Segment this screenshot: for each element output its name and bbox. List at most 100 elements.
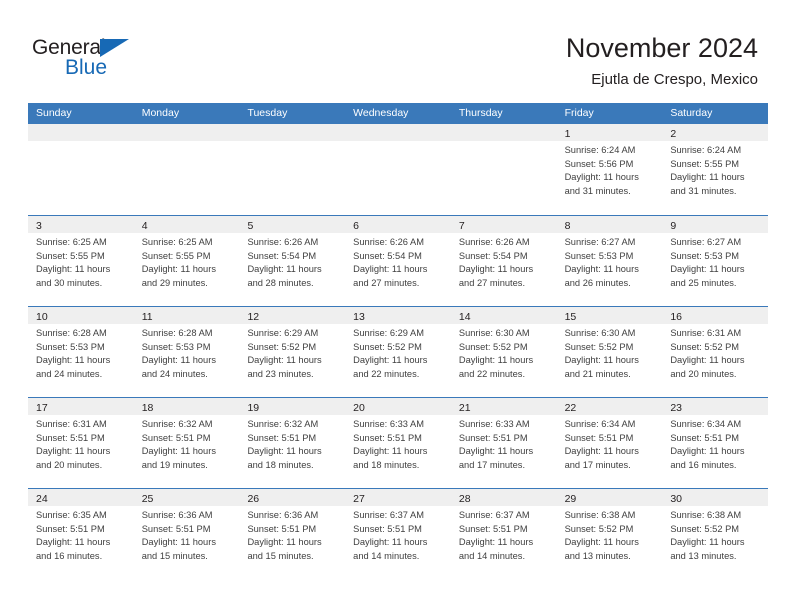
day-number: 15 [564, 311, 577, 323]
sunrise-text: Sunrise: 6:29 AM [247, 328, 319, 338]
day-details: Sunrise: 6:30 AM Sunset: 5:52 PM Daylight:… [451, 324, 557, 382]
day-details: Sunrise: 6:34 AM Sunset: 5:51 PM Daylight:… [557, 415, 663, 473]
day-details: Sunrise: 6:33 AM Sunset: 5:51 PM Daylight:… [345, 415, 451, 473]
daylight-text-line2: and 16 minutes. [670, 460, 737, 471]
calendar-day-cell[interactable]: 25 Sunrise: 6:36 AM Sunset: 5:51 PM Dayligh… [133, 489, 240, 579]
day-number: 22 [564, 402, 577, 414]
day-number: 5 [247, 220, 254, 232]
sunrise-text: Sunrise: 6:26 AM [458, 237, 530, 247]
calendar-day-cell[interactable]: 16 Sunrise: 6:31 AM Sunset: 5:52 PM Dayligh… [662, 307, 769, 397]
sunset-text: Sunset: 5:51 PM [247, 523, 317, 534]
calendar-day-cell[interactable]: 29 Sunrise: 6:38 AM Sunset: 5:52 PM Dayligh… [556, 489, 663, 579]
sunset-text: Sunset: 5:51 PM [353, 523, 422, 534]
day-details: Sunrise: 6:30 AM Sunset: 5:52 PM Daylight:… [557, 324, 663, 382]
calendar-day-cell[interactable]: 7 Sunrise: 6:26 AM Sunset: 5:54 PM Daylight… [450, 216, 557, 306]
general-blue-logo[interactable]: General Blue [32, 36, 162, 84]
daylight-text-line1: Daylight: 11 hours [353, 446, 428, 457]
calendar-day-cell[interactable]: 21 Sunrise: 6:33 AM Sunset: 5:51 PM Dayligh… [450, 398, 557, 488]
calendar-day-cell[interactable]: 30 Sunrise: 6:38 AM Sunset: 5:52 PM Dayligh… [662, 489, 769, 579]
daylight-text-line2: and 18 minutes. [353, 460, 420, 471]
sunrise-text: Sunrise: 6:32 AM [141, 419, 213, 429]
day-number-band [28, 124, 134, 141]
calendar-day-cell[interactable]: 2 Sunrise: 6:24 AM Sunset: 5:55 PM Daylight… [662, 124, 769, 215]
day-details: Sunrise: 6:32 AM Sunset: 5:51 PM Daylight:… [134, 415, 240, 473]
calendar-day-cell[interactable]: 26 Sunrise: 6:36 AM Sunset: 5:51 PM Dayligh… [239, 489, 346, 579]
calendar-day-cell[interactable]: 18 Sunrise: 6:32 AM Sunset: 5:51 PM Dayligh… [133, 398, 240, 488]
sunset-text: Sunset: 5:55 PM [36, 250, 105, 261]
daylight-text-line1: Daylight: 11 hours [458, 355, 534, 366]
sunrise-text: Sunrise: 6:38 AM [564, 510, 636, 520]
day-number: 12 [247, 311, 260, 323]
day-details: Sunrise: 6:24 AM Sunset: 5:55 PM Daylight:… [662, 141, 768, 199]
day-details [239, 141, 345, 144]
day-number-band: 25 [133, 489, 240, 506]
daylight-text-line2: and 17 minutes. [564, 460, 631, 471]
calendar-day-cell-empty [450, 124, 557, 215]
day-details: Sunrise: 6:29 AM Sunset: 5:52 PM Daylight:… [345, 324, 451, 382]
calendar-day-cell[interactable]: 3 Sunrise: 6:25 AM Sunset: 5:55 PM Daylight… [28, 216, 134, 306]
daylight-text-line1: Daylight: 11 hours [564, 355, 639, 366]
daylight-text-line1: Daylight: 11 hours [458, 264, 534, 275]
calendar-day-cell[interactable]: 13 Sunrise: 6:29 AM Sunset: 5:52 PM Dayligh… [345, 307, 451, 397]
calendar-day-cell[interactable]: 17 Sunrise: 6:31 AM Sunset: 5:51 PM Dayligh… [28, 398, 134, 488]
daylight-text-line1: Daylight: 11 hours [670, 446, 745, 457]
daylight-text-line2: and 20 minutes. [36, 460, 103, 471]
calendar-day-cell[interactable]: 23 Sunrise: 6:34 AM Sunset: 5:51 PM Dayligh… [662, 398, 769, 488]
daylight-text-line1: Daylight: 11 hours [564, 264, 639, 275]
calendar-day-cell[interactable]: 11 Sunrise: 6:28 AM Sunset: 5:53 PM Dayligh… [133, 307, 240, 397]
daylight-text-line2: and 15 minutes. [247, 551, 314, 562]
calendar-day-cell[interactable]: 28 Sunrise: 6:37 AM Sunset: 5:51 PM Dayligh… [450, 489, 557, 579]
calendar-day-cell[interactable]: 8 Sunrise: 6:27 AM Sunset: 5:53 PM Daylight… [556, 216, 663, 306]
calendar-day-cell[interactable]: 15 Sunrise: 6:30 AM Sunset: 5:52 PM Dayligh… [556, 307, 663, 397]
sunset-text: Sunset: 5:54 PM [458, 250, 528, 261]
daylight-text-line1: Daylight: 11 hours [564, 537, 639, 548]
calendar-day-cell-empty [239, 124, 346, 215]
calendar-day-cell[interactable]: 27 Sunrise: 6:37 AM Sunset: 5:51 PM Dayligh… [345, 489, 451, 579]
sunrise-text: Sunrise: 6:30 AM [564, 328, 636, 338]
calendar-day-cell[interactable]: 5 Sunrise: 6:26 AM Sunset: 5:54 PM Daylight… [239, 216, 346, 306]
sunrise-text: Sunrise: 6:28 AM [36, 328, 107, 338]
day-number-band: 7 [450, 216, 557, 233]
day-details: Sunrise: 6:31 AM Sunset: 5:52 PM Daylight:… [662, 324, 768, 382]
day-number: 29 [564, 493, 577, 505]
day-details: Sunrise: 6:28 AM Sunset: 5:53 PM Daylight:… [134, 324, 240, 382]
day-details: Sunrise: 6:24 AM Sunset: 5:56 PM Daylight:… [557, 141, 663, 199]
daylight-text-line1: Daylight: 11 hours [458, 537, 534, 548]
day-number-band: 21 [450, 398, 557, 415]
calendar-day-cell[interactable]: 20 Sunrise: 6:33 AM Sunset: 5:51 PM Dayligh… [345, 398, 451, 488]
daylight-text-line2: and 29 minutes. [141, 278, 208, 289]
calendar-week-row: 17 Sunrise: 6:31 AM Sunset: 5:51 PM Dayligh… [28, 397, 769, 488]
day-number: 26 [247, 493, 260, 505]
calendar-day-cell[interactable]: 24 Sunrise: 6:35 AM Sunset: 5:51 PM Dayligh… [28, 489, 134, 579]
weekday-header-thursday: Thursday [458, 107, 503, 119]
day-number-band: 14 [450, 307, 557, 324]
day-number: 11 [141, 311, 153, 323]
calendar-day-cell[interactable]: 9 Sunrise: 6:27 AM Sunset: 5:53 PM Daylight… [662, 216, 769, 306]
calendar-day-cell[interactable]: 6 Sunrise: 6:26 AM Sunset: 5:54 PM Daylight… [345, 216, 451, 306]
calendar-day-cell[interactable]: 1 Sunrise: 6:24 AM Sunset: 5:56 PM Daylight… [556, 124, 663, 215]
sunrise-text: Sunrise: 6:34 AM [670, 419, 742, 429]
calendar-day-cell[interactable]: 10 Sunrise: 6:28 AM Sunset: 5:53 PM Dayligh… [28, 307, 134, 397]
daylight-text-line1: Daylight: 11 hours [458, 446, 534, 457]
calendar-day-cell[interactable]: 14 Sunrise: 6:30 AM Sunset: 5:52 PM Dayligh… [450, 307, 557, 397]
daylight-text-line2: and 28 minutes. [247, 278, 314, 289]
sunrise-text: Sunrise: 6:37 AM [353, 510, 424, 520]
daylight-text-line1: Daylight: 11 hours [353, 264, 428, 275]
daylight-text-line2: and 20 minutes. [670, 369, 737, 380]
sunset-text: Sunset: 5:51 PM [141, 523, 211, 534]
day-details: Sunrise: 6:26 AM Sunset: 5:54 PM Daylight:… [451, 233, 557, 291]
day-details: Sunrise: 6:37 AM Sunset: 5:51 PM Daylight:… [451, 506, 557, 564]
weekday-header-friday: Friday [564, 107, 594, 119]
day-number: 9 [670, 220, 677, 232]
sunset-text: Sunset: 5:52 PM [564, 523, 634, 534]
calendar-day-cell[interactable]: 19 Sunrise: 6:32 AM Sunset: 5:51 PM Dayligh… [239, 398, 346, 488]
sunrise-text: Sunrise: 6:25 AM [36, 237, 107, 247]
day-number: 25 [141, 493, 154, 505]
calendar-day-cell[interactable]: 4 Sunrise: 6:25 AM Sunset: 5:55 PM Daylight… [133, 216, 240, 306]
sunset-text: Sunset: 5:52 PM [353, 341, 422, 352]
calendar-day-cell[interactable]: 12 Sunrise: 6:29 AM Sunset: 5:52 PM Dayligh… [239, 307, 346, 397]
day-number: 28 [458, 493, 471, 505]
sunset-text: Sunset: 5:51 PM [247, 432, 317, 443]
day-number: 8 [564, 220, 571, 232]
calendar-day-cell[interactable]: 22 Sunrise: 6:34 AM Sunset: 5:51 PM Dayligh… [556, 398, 663, 488]
